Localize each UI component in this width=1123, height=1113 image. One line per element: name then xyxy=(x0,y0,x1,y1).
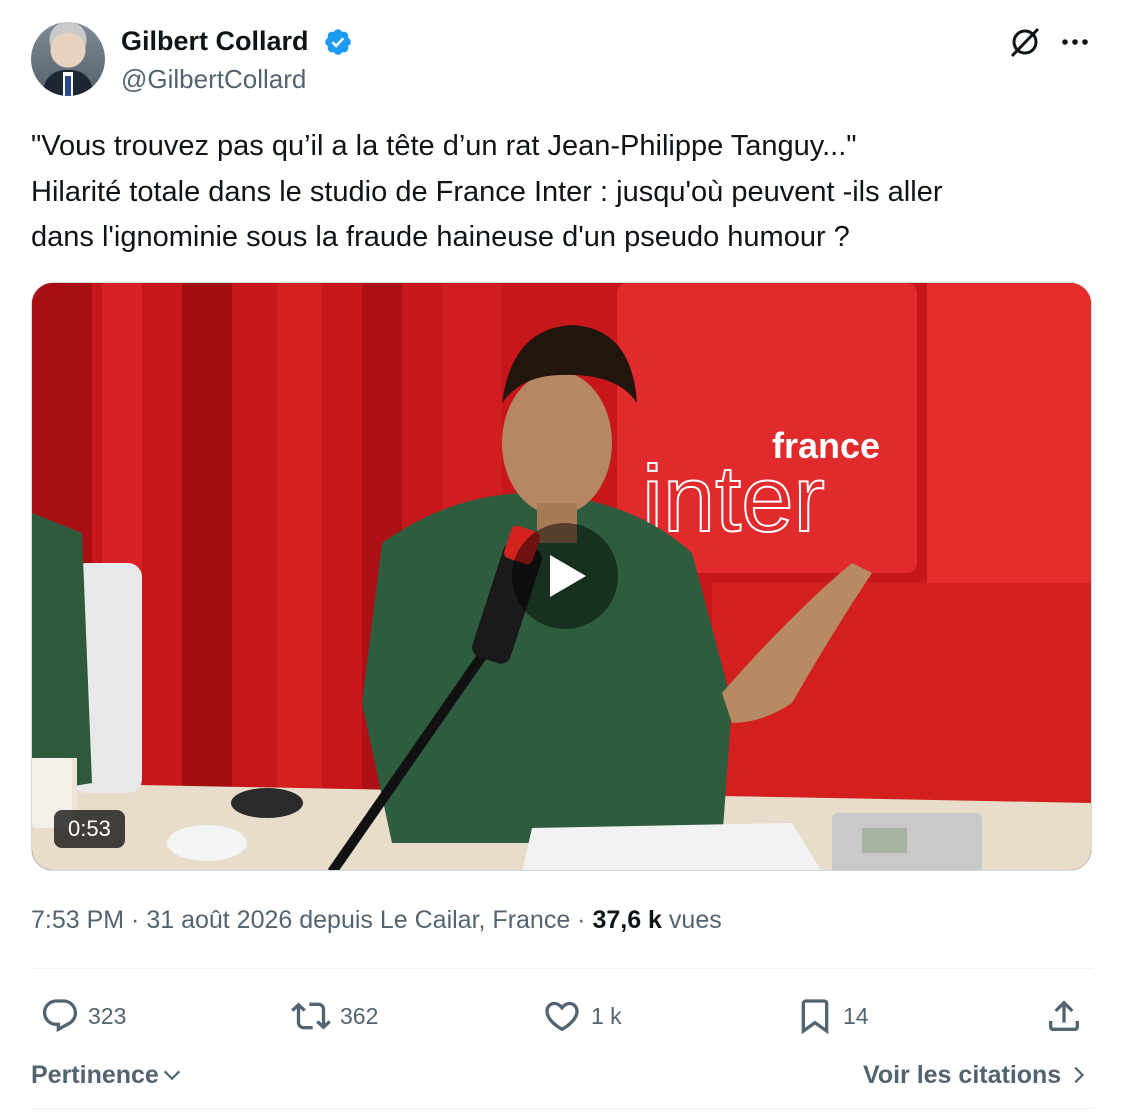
share-icon xyxy=(1049,1000,1079,1031)
chevron-down-icon xyxy=(163,1070,180,1081)
view-quotes-label: Voir les citations xyxy=(863,1061,1062,1089)
repost-count: 362 xyxy=(340,1002,379,1029)
reply-count: 323 xyxy=(88,1002,127,1029)
chevron-right-icon xyxy=(1074,1066,1085,1084)
views-label: vues xyxy=(661,906,722,934)
video-duration-badge: 0:53 xyxy=(54,810,125,848)
like-icon xyxy=(545,1001,579,1032)
more-icon[interactable] xyxy=(1058,28,1092,56)
verified-badge-icon xyxy=(325,29,351,55)
grok-icon[interactable] xyxy=(1008,25,1042,59)
divider xyxy=(31,1108,1093,1109)
bookmark-button[interactable]: 14 xyxy=(795,995,869,1037)
bookmark-icon xyxy=(801,999,829,1035)
share-button[interactable] xyxy=(1044,995,1092,1037)
author-handle[interactable]: @GilbertCollard xyxy=(121,62,306,96)
like-count: 1 k xyxy=(591,1002,622,1029)
divider xyxy=(31,968,1093,969)
tweet-date-location[interactable]: 31 août 2026 depuis Le Cailar, France xyxy=(146,906,570,934)
author-name[interactable]: Gilbert Collard xyxy=(121,24,309,58)
author-avatar[interactable] xyxy=(31,22,105,96)
tweet-time[interactable]: 7:53 PM xyxy=(31,906,124,934)
reply-icon xyxy=(42,999,78,1033)
play-icon xyxy=(550,555,586,597)
play-button[interactable] xyxy=(512,523,618,629)
tweet-text: "Vous trouvez pas qu’il a la tête d’un r… xyxy=(31,130,943,253)
reply-button[interactable]: 323 xyxy=(40,995,126,1037)
repost-icon xyxy=(291,1002,331,1030)
like-button[interactable]: 1 k xyxy=(541,995,622,1037)
sort-dropdown[interactable]: Pertinence xyxy=(31,1058,183,1092)
view-quotes-link[interactable]: Voir les citations xyxy=(863,1058,1089,1092)
meta-separator: · xyxy=(570,906,593,934)
tweet-meta: 7:53 PM · 31 août 2026 depuis Le Cailar,… xyxy=(31,903,722,937)
views-count: 37,6 k xyxy=(592,906,662,934)
meta-separator: · xyxy=(124,906,147,934)
sort-label: Pertinence xyxy=(31,1061,159,1089)
avatar-tie xyxy=(65,76,71,96)
repost-button[interactable]: 362 xyxy=(290,995,378,1037)
bookmark-count: 14 xyxy=(843,1002,869,1029)
